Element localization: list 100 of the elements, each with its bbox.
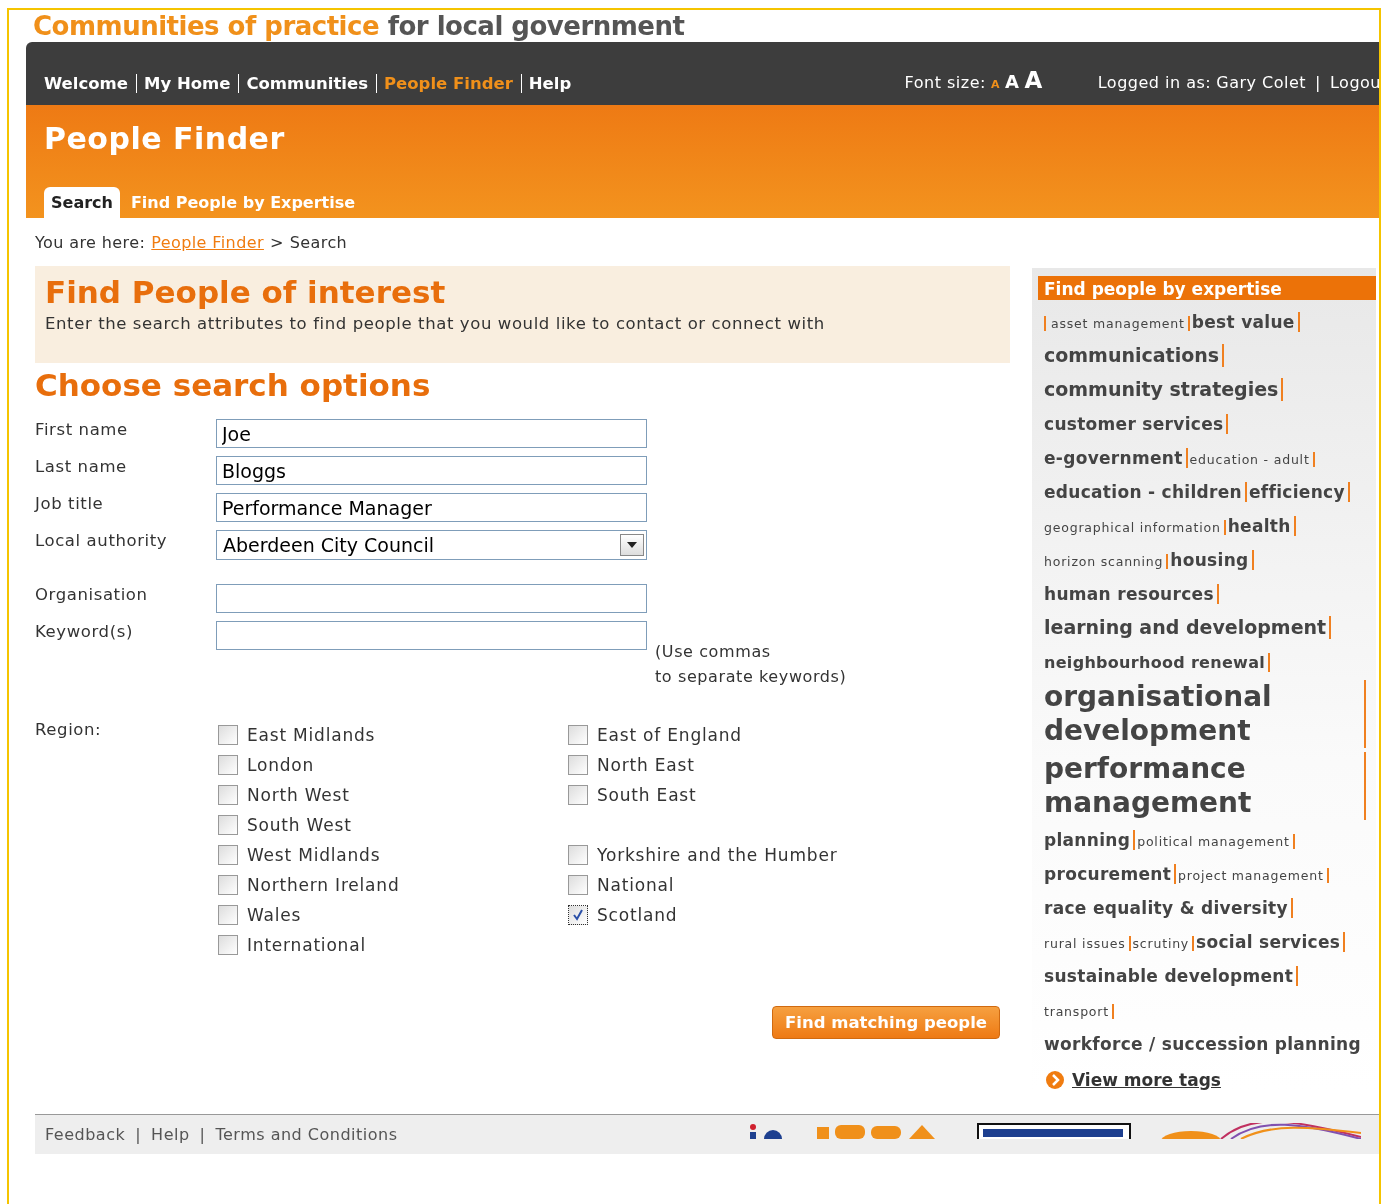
- region-option-label: South West: [247, 815, 352, 835]
- region-option-label: London: [247, 755, 315, 775]
- expertise-tag-link[interactable]: best value: [1191, 312, 1300, 333]
- tab[interactable]: Search: [44, 187, 120, 218]
- region-checkbox[interactable]: [218, 845, 238, 865]
- font-size-link[interactable]: A: [1024, 67, 1043, 93]
- breadcrumb-separator: >: [269, 233, 284, 252]
- expertise-tag-link[interactable]: performance management: [1044, 752, 1366, 820]
- expertise-tag-link[interactable]: race equality & diversity: [1044, 898, 1293, 919]
- expertise-tag-link[interactable]: social services: [1196, 932, 1346, 953]
- font-size-label: Font size:: [904, 73, 986, 92]
- expertise-tag-link[interactable]: education - children: [1044, 482, 1247, 503]
- intro-text: Enter the search attributes to find people that you would like to contact or connect with: [45, 314, 826, 333]
- region-option-label: East of England: [597, 725, 742, 745]
- region-label: Region:: [35, 719, 103, 741]
- footer-link[interactable]: Feedback: [45, 1125, 126, 1144]
- footer-link[interactable]: Terms and Conditions: [215, 1125, 398, 1144]
- expertise-tag-link[interactable]: communications: [1044, 344, 1225, 367]
- nav-link[interactable]: Help: [520, 74, 580, 93]
- expertise-tag-link[interactable]: efficiency: [1249, 482, 1350, 503]
- nav-link[interactable]: Welcome: [44, 74, 136, 93]
- expertise-tag-link[interactable]: geographical information: [1044, 520, 1226, 535]
- font-size-link[interactable]: A: [1004, 71, 1020, 92]
- nav-link[interactable]: Communities: [238, 74, 376, 93]
- user-name: Gary Colet: [1216, 73, 1307, 92]
- breadcrumb-label: You are here:: [35, 233, 146, 252]
- expertise-tag-link[interactable]: rural issues: [1044, 936, 1131, 951]
- expertise-tag-link[interactable]: political management: [1137, 834, 1295, 849]
- region-checkbox[interactable]: [218, 905, 238, 925]
- separator-text: |: [199, 1125, 206, 1144]
- region-checkbox[interactable]: [218, 815, 238, 835]
- arrow-circle-icon: [1046, 1071, 1064, 1089]
- region-option-label: South East: [597, 785, 697, 805]
- region-option-label: West Midlands: [247, 845, 381, 865]
- region-checkbox[interactable]: [568, 785, 588, 805]
- font-size-link[interactable]: A: [990, 78, 1000, 91]
- text-field[interactable]: Bloggs: [216, 456, 647, 485]
- logout-link[interactable]: Logou: [1330, 73, 1379, 92]
- region-checkbox[interactable]: [218, 875, 238, 895]
- nav-link[interactable]: People Finder: [375, 74, 521, 93]
- field-label: First name: [35, 419, 129, 439]
- region-checkbox[interactable]: [568, 875, 588, 895]
- region-option-label: North West: [247, 785, 350, 805]
- region-option-label: Northern Ireland: [247, 875, 400, 895]
- page-title: People Finder: [44, 121, 286, 156]
- region-option-label: East Midlands: [247, 725, 376, 745]
- site-title: Communities of practice for local government: [33, 10, 686, 42]
- expertise-tag-link[interactable]: project management: [1178, 868, 1329, 883]
- text-field[interactable]: [216, 621, 647, 650]
- expertise-tag-link[interactable]: human resources: [1044, 584, 1219, 605]
- region-option-label: North East: [597, 755, 695, 775]
- expertise-tag-link[interactable]: e-government: [1044, 448, 1188, 469]
- field-label: Last name: [35, 456, 128, 476]
- sidebar-title: Find people by expertise: [1038, 276, 1376, 300]
- region-checkbox[interactable]: [568, 845, 588, 865]
- footer-link[interactable]: Help: [151, 1125, 190, 1144]
- expertise-tag-link[interactable]: neighbourhood renewal: [1044, 653, 1271, 673]
- region-option-label: International: [247, 935, 366, 955]
- text-field[interactable]: [216, 584, 647, 613]
- logged-in-label: Logged in as:: [1097, 73, 1212, 92]
- expertise-tag-link[interactable]: horizon scanning: [1044, 554, 1169, 569]
- view-more-tags-link[interactable]: View more tags: [1072, 1070, 1221, 1090]
- expertise-tag-link[interactable]: education - adult: [1189, 452, 1315, 467]
- field-label: Job title: [35, 493, 105, 513]
- region-checkbox[interactable]: [218, 755, 238, 775]
- expertise-tag-link[interactable]: procurement: [1044, 864, 1177, 885]
- field-label: Keyword(s): [35, 621, 134, 641]
- region-option-label: National: [597, 875, 675, 895]
- region-option-label: Scotland: [597, 905, 678, 925]
- keyword-hint: to separate keywords): [655, 666, 847, 688]
- expertise-tag-link[interactable]: learning and development: [1044, 616, 1332, 639]
- region-checkbox[interactable]: [568, 905, 588, 925]
- expertise-tag-link[interactable]: housing: [1170, 550, 1254, 571]
- expertise-tag-link[interactable]: community strategies: [1044, 378, 1284, 401]
- partner-logo-icon: [977, 1123, 1131, 1139]
- expertise-tag-link[interactable]: planning: [1044, 830, 1136, 851]
- expertise-tag-link[interactable]: asset management: [1044, 316, 1190, 331]
- partner-logo-icon: [1161, 1123, 1361, 1139]
- expertise-tag-link[interactable]: scrutiny: [1132, 936, 1195, 951]
- separator-text: |: [1315, 73, 1321, 92]
- separator-text: |: [135, 1125, 142, 1144]
- region-checkbox[interactable]: [218, 935, 238, 955]
- intro-title: Find People of interest: [45, 274, 447, 310]
- expertise-tag-link[interactable]: sustainable development: [1044, 966, 1299, 987]
- region-checkbox[interactable]: [218, 725, 238, 745]
- nav-link[interactable]: My Home: [135, 74, 239, 93]
- checkmark-icon: [572, 909, 584, 921]
- region-checkbox[interactable]: [568, 755, 588, 775]
- expertise-tag-link[interactable]: customer services: [1044, 414, 1229, 435]
- field-label: Local authority: [35, 530, 169, 550]
- region-checkbox[interactable]: [218, 785, 238, 805]
- field-label: Organisation: [35, 584, 149, 604]
- section-title: Choose search options: [35, 367, 432, 403]
- region-checkbox[interactable]: [568, 725, 588, 745]
- expertise-tag-link[interactable]: health: [1227, 516, 1296, 537]
- expertise-tag-link[interactable]: transport: [1044, 1004, 1114, 1019]
- expertise-tag-link[interactable]: workforce / succession planning: [1044, 1034, 1364, 1055]
- authority-dropdown[interactable]: Aberdeen City Council: [216, 530, 647, 560]
- keyword-hint: (Use commas: [655, 641, 772, 663]
- text-field[interactable]: Performance Manager: [216, 493, 647, 522]
